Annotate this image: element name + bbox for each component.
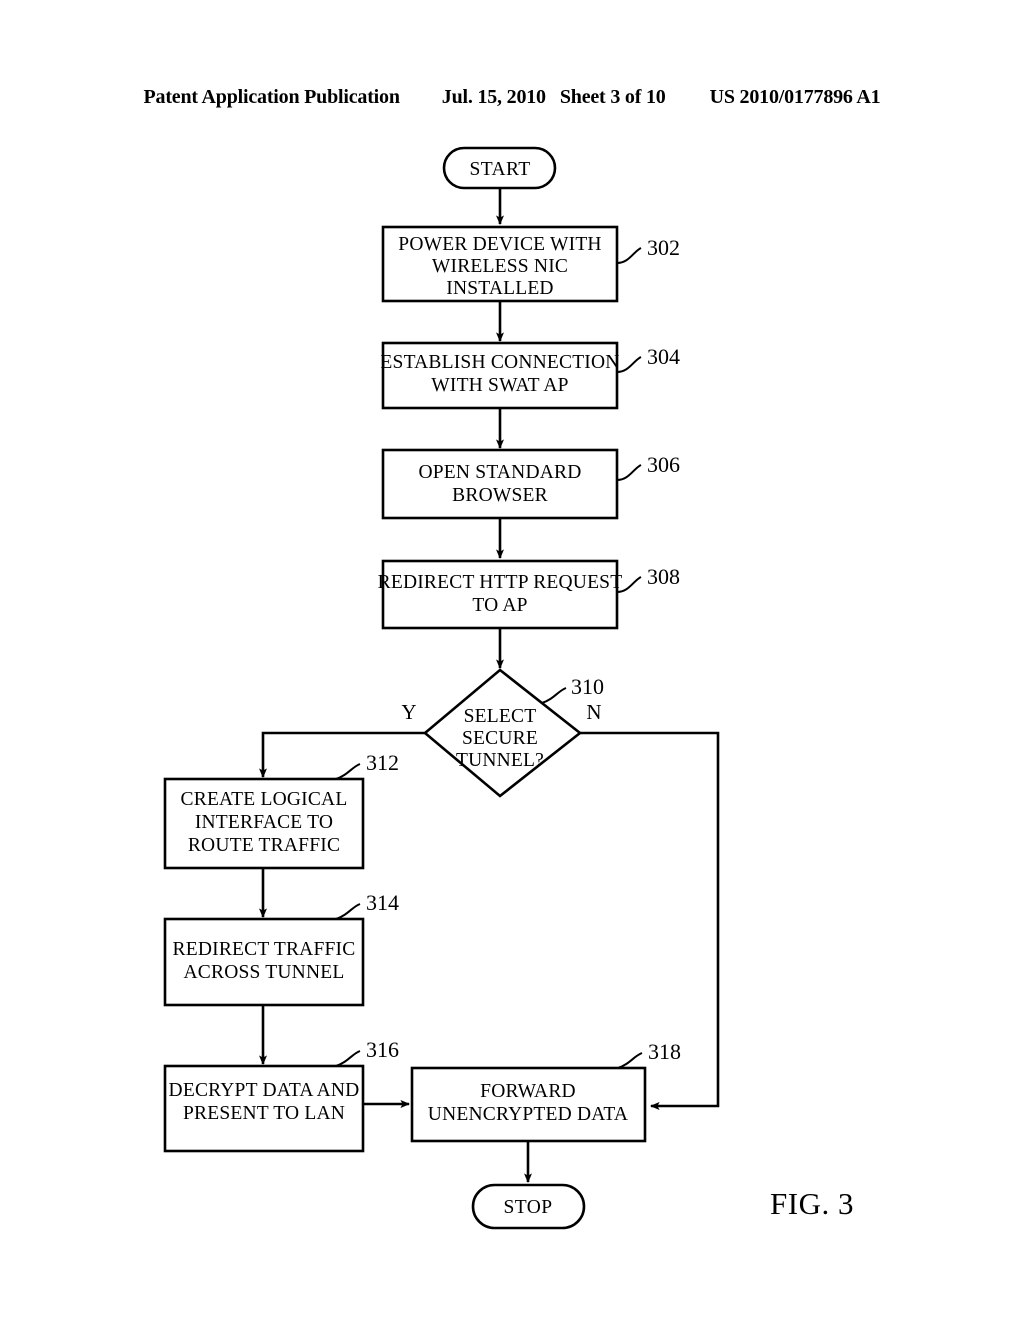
flow-node-316-line-2: PRESENT TO LAN xyxy=(183,1103,345,1124)
flow-node-start-label: START xyxy=(469,159,530,180)
figure-label: FIG. 3 xyxy=(770,1186,854,1221)
flow-node-306-line-2: BROWSER xyxy=(452,485,548,506)
flow-node-310-line-2: SECURE xyxy=(462,728,538,749)
flow-node-304-ref: 304 xyxy=(647,344,680,369)
flow-node-302-line-1: POWER DEVICE WITH xyxy=(398,234,601,255)
flow-node-312-line-1: CREATE LOGICAL xyxy=(181,789,348,810)
branch-label-yes: Y xyxy=(401,700,416,724)
flow-node-318-line-2: UNENCRYPTED DATA xyxy=(428,1104,628,1125)
flow-node-308-line-2: TO AP xyxy=(472,595,527,616)
flow-node-310-ref: 310 xyxy=(571,674,604,699)
flow-node-312-line-2: INTERFACE TO xyxy=(195,812,333,833)
flow-node-312: CREATE LOGICAL INTERFACE TO ROUTE TRAFFI… xyxy=(163,750,399,870)
flow-node-314-line-1: REDIRECT TRAFFIC xyxy=(173,939,356,960)
connector-310-yes-to-312 xyxy=(259,731,425,778)
flowchart-figure: START POWER DEVICE WITH WIRELESS NIC INS… xyxy=(163,146,720,1230)
flow-node-308: REDIRECT HTTP REQUEST TO AP 308 xyxy=(378,559,680,630)
flow-node-302-ref: 302 xyxy=(647,235,680,260)
flow-node-304: ESTABLISH CONNECTION WITH SWAT AP 304 xyxy=(380,341,680,410)
flow-node-302-line-2: WIRELESS NIC xyxy=(432,256,568,277)
flow-node-318-line-1: FORWARD xyxy=(480,1081,576,1102)
flow-node-302-line-3: INSTALLED xyxy=(446,278,553,299)
flow-node-314: REDIRECT TRAFFIC ACROSS TUNNEL 314 xyxy=(163,890,399,1007)
flow-node-318-ref: 318 xyxy=(648,1039,681,1064)
flow-node-316-ref: 316 xyxy=(366,1037,399,1062)
flow-node-310-line-1: SELECT xyxy=(464,706,537,727)
flow-node-306-ref: 306 xyxy=(647,452,680,477)
flow-node-stop: STOP xyxy=(471,1183,586,1230)
flow-node-312-ref: 312 xyxy=(366,750,399,775)
flow-node-316: DECRYPT DATA AND PRESENT TO LAN 316 xyxy=(163,1037,399,1153)
flow-node-304-line-2: WITH SWAT AP xyxy=(431,375,568,396)
flow-node-310-decision: SELECT SECURE TUNNEL? 310 Y N xyxy=(401,668,604,798)
flow-node-318: FORWARD UNENCRYPTED DATA 318 xyxy=(410,1039,681,1143)
flow-node-306-line-1: OPEN STANDARD xyxy=(418,462,581,483)
flow-node-stop-label: STOP xyxy=(504,1197,553,1218)
flow-node-302: POWER DEVICE WITH WIRELESS NIC INSTALLED… xyxy=(381,225,680,303)
flow-node-308-line-1: REDIRECT HTTP REQUEST xyxy=(378,572,623,593)
patent-page: Patent Application Publication Jul. 15, … xyxy=(0,0,1024,1320)
flow-node-start: START xyxy=(442,146,557,190)
flow-node-304-line-1: ESTABLISH CONNECTION xyxy=(380,352,619,373)
branch-label-no: N xyxy=(586,700,601,724)
flow-node-308-ref: 308 xyxy=(647,564,680,589)
flow-node-312-line-3: ROUTE TRAFFIC xyxy=(188,835,340,856)
flow-node-306: OPEN STANDARD BROWSER 306 xyxy=(381,448,680,520)
flow-node-310-line-3: TUNNEL? xyxy=(456,750,544,771)
flow-node-314-ref: 314 xyxy=(366,890,399,915)
flow-node-316-line-1: DECRYPT DATA AND xyxy=(169,1080,360,1101)
flow-node-314-line-2: ACROSS TUNNEL xyxy=(184,962,345,983)
